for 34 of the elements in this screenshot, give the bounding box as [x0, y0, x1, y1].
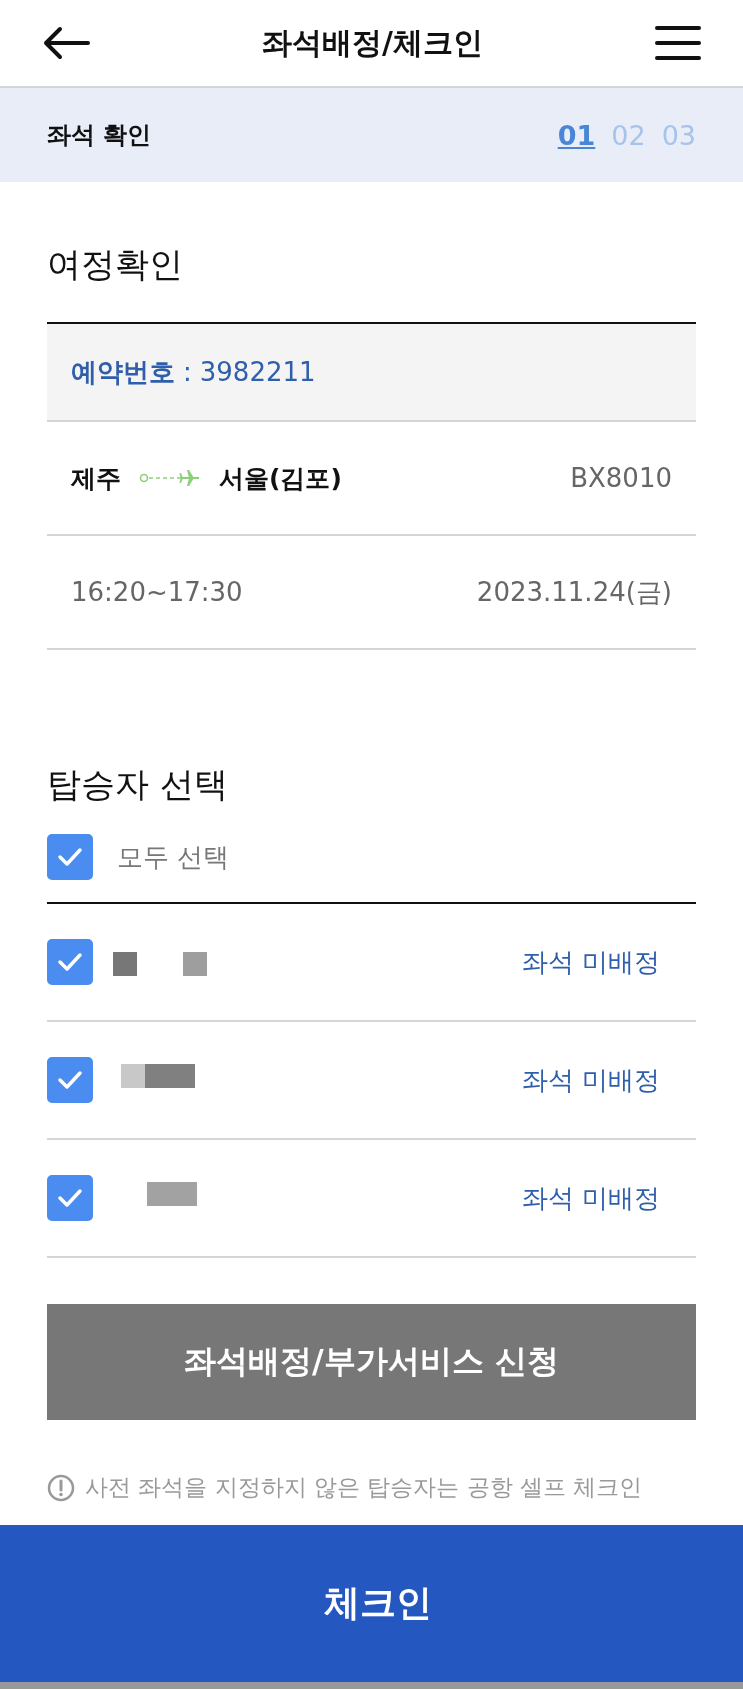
step-indicator: 01	[557, 119, 596, 151]
back-arrow-icon	[42, 26, 90, 60]
step-indicator: 03	[661, 119, 696, 151]
seat-status: 좌석 미배정	[521, 1063, 660, 1097]
notice-text: 사전 좌석을 지정하지 않은 탑승자는 공항 셀프 체크인	[85, 1473, 643, 1502]
seat-status: 좌석 미배정	[521, 945, 660, 979]
page-title: 좌석배정/체크인	[262, 23, 483, 62]
info-icon	[47, 1473, 75, 1502]
menu-icon	[655, 25, 701, 61]
checkin-button[interactable]: 체크인	[0, 1525, 743, 1689]
checkbox[interactable]	[47, 834, 93, 880]
destination-city: 서울(김포)	[219, 462, 342, 495]
checkmark-icon	[57, 1070, 83, 1090]
step-title: 좌석 확인	[47, 120, 152, 151]
flight-number: BX8010	[570, 463, 672, 493]
separator: :	[183, 357, 192, 387]
seat-assignment-button[interactable]: 좌석배정/부가서비스 신청	[47, 1304, 696, 1420]
checkbox[interactable]	[47, 1175, 93, 1221]
booking-label: 예약번호	[71, 355, 175, 389]
flight-time: 16:20~17:30	[71, 577, 243, 607]
flight-date: 2023.11.24(금)	[476, 575, 672, 609]
seat-status: 좌석 미배정	[521, 1181, 660, 1215]
section-heading: 여정확인	[47, 243, 184, 286]
booking-number: 3982211	[199, 357, 316, 387]
checkmark-icon	[57, 1188, 83, 1208]
route-plane-icon	[139, 468, 201, 488]
checkmark-icon	[57, 847, 83, 867]
origin-city: 제주	[71, 462, 121, 495]
select-all-label: 모두 선택	[117, 840, 230, 874]
checkbox[interactable]	[47, 939, 93, 985]
checkbox[interactable]	[47, 1057, 93, 1103]
step-indicator: 02	[611, 119, 646, 151]
section-heading: 탑승자 선택	[47, 763, 229, 806]
checkmark-icon	[57, 952, 83, 972]
